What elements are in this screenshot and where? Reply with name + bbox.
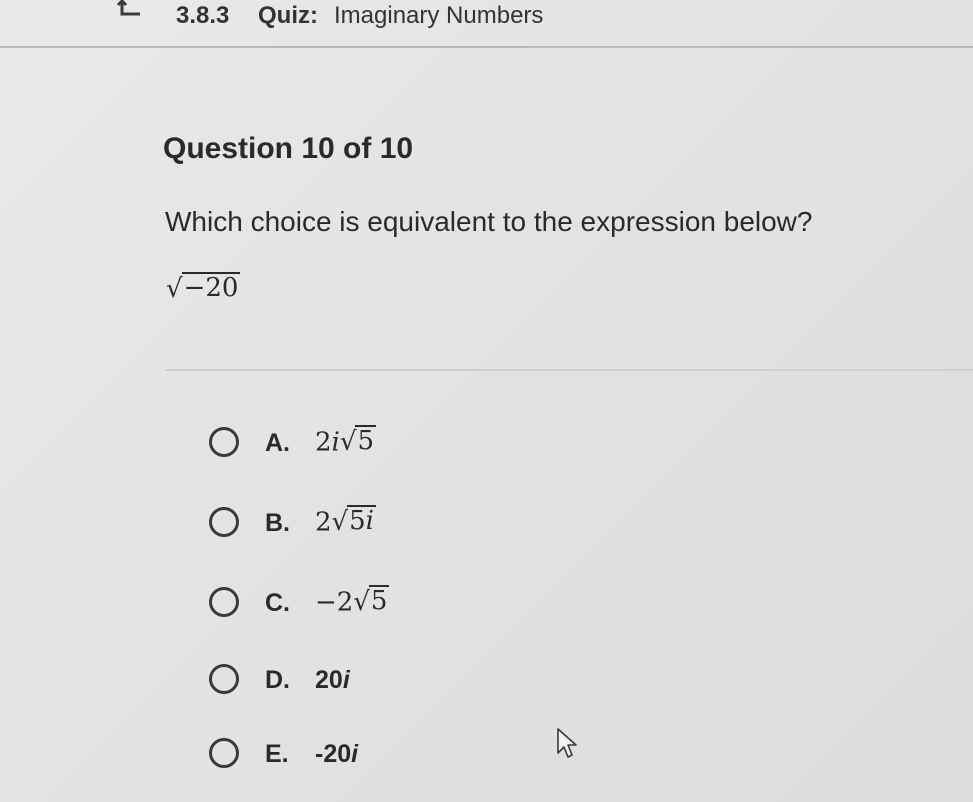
quiz-header: 3.8.3 Quiz: Imaginary Numbers [0, 0, 973, 48]
choice-value: 2i √ 5 [315, 425, 376, 457]
choice-letter: C. [265, 589, 290, 617]
radical-sign: √ [331, 507, 349, 538]
question-number: Question 10 of 10 [163, 132, 414, 165]
radicand: 5 [368, 585, 390, 616]
choice-number: -20 [315, 740, 352, 768]
mouse-pointer-icon [556, 727, 584, 761]
radicand: 5 [355, 425, 376, 456]
square-root: √ 5 [340, 425, 376, 455]
radical-sign: √ [353, 587, 370, 618]
coefficient: 2 [315, 427, 332, 458]
coefficient: −2 [315, 587, 354, 618]
imaginary-unit: i [351, 740, 359, 768]
square-root: √ −20 [166, 272, 241, 305]
radio-button-icon[interactable] [209, 507, 239, 537]
choice-d[interactable]: D. 20i [209, 660, 709, 704]
choice-a[interactable]: A. 2i √ 5 [209, 423, 709, 467]
radical-sign: √ [166, 274, 183, 305]
quiz-title: Imaginary Numbers [334, 2, 544, 29]
square-root: √ 5 [353, 585, 390, 618]
choice-number: 20 [315, 666, 343, 694]
radical-sign: √ [339, 427, 357, 458]
choice-value: −2 √ 5 [315, 585, 390, 618]
choice-letter: E. [265, 740, 289, 768]
quiz-page: 3.8.3 Quiz: Imaginary Numbers Question 1… [0, 0, 973, 802]
question-prompt: Which choice is equivalent to the expres… [165, 206, 813, 237]
choice-b[interactable]: B. 2 √ 5i [209, 503, 709, 547]
imaginary-unit: i [331, 427, 340, 458]
question-expression: √ −20 [166, 272, 241, 322]
coefficient: 2 [315, 507, 332, 538]
question-divider [165, 369, 973, 371]
imaginary-unit: i [342, 666, 350, 694]
radicand: −20 [181, 272, 241, 303]
choice-value: 20i [315, 666, 350, 695]
radicand: 5i [347, 505, 376, 535]
radio-button-icon[interactable] [209, 664, 239, 694]
choice-e[interactable]: E. -20i [209, 734, 709, 778]
header-divider [0, 46, 973, 48]
choice-value: 2 √ 5i [315, 505, 376, 537]
radio-button-icon[interactable] [209, 427, 239, 457]
radicand-number: 5 [349, 506, 366, 536]
square-root: √ 5i [332, 505, 376, 535]
choice-letter: D. [265, 666, 290, 694]
radio-button-icon[interactable] [209, 738, 239, 768]
radio-button-icon[interactable] [209, 587, 239, 617]
choice-c[interactable]: C. −2 √ 5 [209, 583, 709, 627]
choice-letter: B. [265, 509, 290, 537]
quiz-section-number: 3.8.3 [176, 2, 230, 29]
choice-letter: A. [265, 429, 290, 457]
back-arrow-icon[interactable] [112, 0, 148, 22]
choice-value: -20i [315, 740, 358, 769]
quiz-label: Quiz: [258, 2, 318, 29]
imaginary-unit: i [365, 506, 374, 536]
